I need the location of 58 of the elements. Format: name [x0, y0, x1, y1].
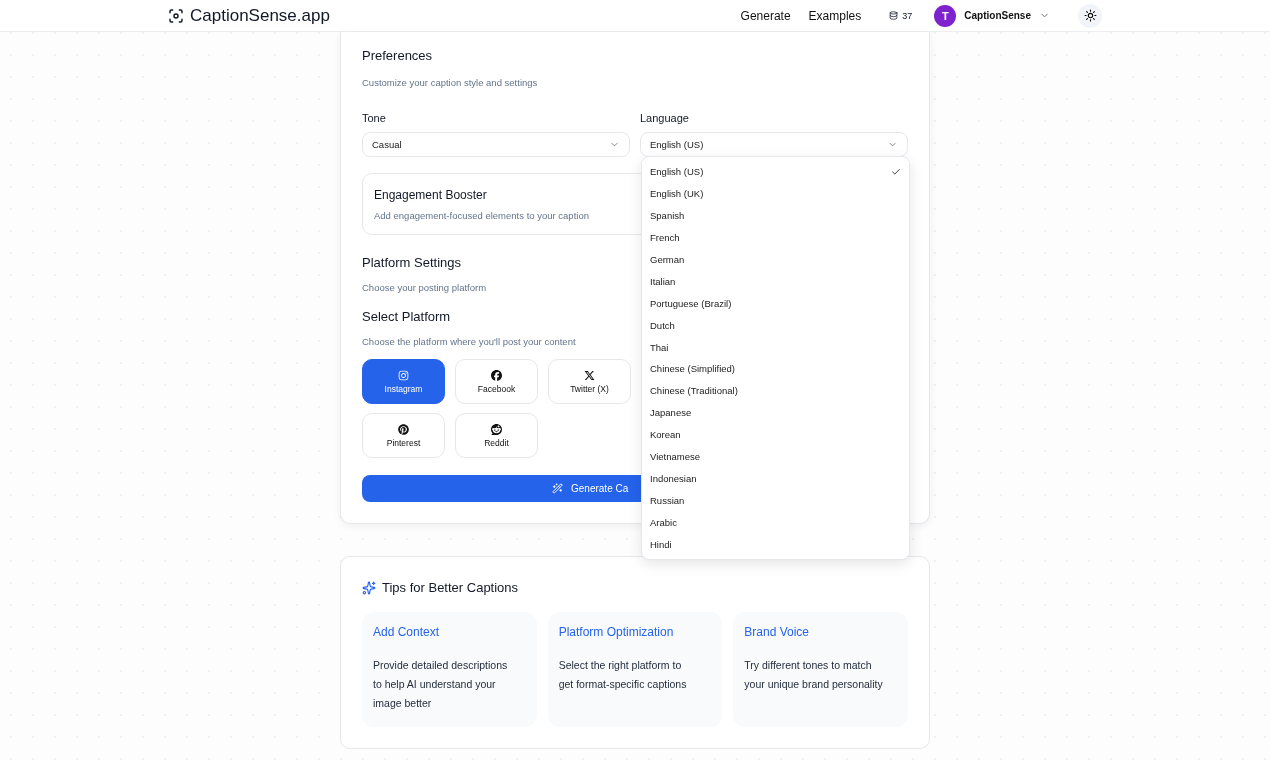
field-label: Language — [640, 112, 690, 124]
language-option[interactable]: Korean — [642, 423, 909, 446]
language-option[interactable]: Spanish — [642, 204, 909, 227]
tips-title: Tips for Better Captions — [382, 580, 519, 595]
wand-icon — [552, 483, 563, 494]
facebook-icon — [491, 369, 502, 381]
tone-select[interactable]: Casual — [362, 132, 630, 157]
language-option[interactable]: Chinese (Simplified) — [642, 358, 909, 380]
avatar: T — [934, 4, 957, 27]
sparkles-icon — [362, 580, 376, 595]
account-menu[interactable]: T CaptionSense — [934, 4, 1050, 27]
section-title: Select Platform — [362, 309, 451, 324]
theme-toggle[interactable] — [1078, 3, 1102, 28]
tip-text: Try different tones to match your unique brand personality — [744, 658, 884, 692]
pinterest-icon — [398, 423, 409, 435]
card-subtitle: Customize your caption style and settings — [362, 77, 539, 88]
language-option[interactable]: Thai — [642, 336, 909, 358]
nav-link[interactable]: Examples — [808, 8, 862, 23]
section-subtitle: Choose your posting platform — [362, 282, 488, 293]
platform-option[interactable]: Instagram — [362, 359, 445, 404]
booster-description: Add engagement-focused elements to your caption — [374, 210, 589, 221]
sun-icon — [1083, 9, 1097, 22]
section-subtitle: Choose the platform where you'll post your content — [362, 336, 577, 347]
language-option[interactable]: German — [642, 248, 909, 271]
language-option[interactable]: Hindi — [642, 533, 909, 556]
section-title: Platform Settings — [362, 255, 461, 270]
platform-option[interactable]: Twitter (X) — [548, 359, 631, 404]
card-title: Preferences — [362, 48, 433, 63]
platform-option[interactable]: Reddit — [455, 413, 538, 458]
language-option[interactable]: English (UK) — [642, 182, 909, 205]
booster-title: Engagement Booster — [374, 188, 487, 202]
credits-count: 37 — [902, 10, 913, 21]
tip-text: Provide detailed descriptions to help AI understand your image better — [373, 658, 509, 711]
field-label: Tone — [362, 112, 387, 124]
language-select[interactable]: English (US) — [640, 132, 908, 157]
check-icon — [891, 166, 901, 177]
tip-title: Platform Optimization — [558, 625, 675, 639]
language-option[interactable]: French — [642, 226, 909, 249]
x-icon — [584, 369, 595, 381]
language-option[interactable]: English (US) — [642, 161, 909, 183]
tip-title: Brand Voice — [744, 625, 811, 639]
language-option[interactable]: Italian — [642, 270, 909, 293]
instagram-icon — [398, 369, 409, 381]
language-option[interactable]: Arabic — [642, 511, 909, 534]
tip-title: Add Context — [373, 625, 441, 639]
credits-icon — [889, 11, 899, 20]
language-option[interactable]: Dutch — [642, 314, 909, 337]
platform-option[interactable]: Facebook — [455, 359, 538, 404]
reddit-icon — [491, 423, 502, 435]
platform-option[interactable]: Pinterest — [362, 413, 445, 458]
language-option[interactable]: Vietnamese — [642, 445, 909, 468]
logo-icon — [168, 7, 184, 24]
logo-text: CaptionSense.app — [190, 5, 330, 26]
tip-text: Select the right platform to get format-specific captions — [558, 658, 688, 692]
language-option[interactable]: Portuguese (Brazil) — [642, 292, 909, 315]
language-option[interactable]: Japanese — [642, 401, 909, 424]
language-option[interactable]: Chinese (Traditional) — [642, 379, 909, 402]
nav-link[interactable]: Generate — [740, 8, 791, 23]
